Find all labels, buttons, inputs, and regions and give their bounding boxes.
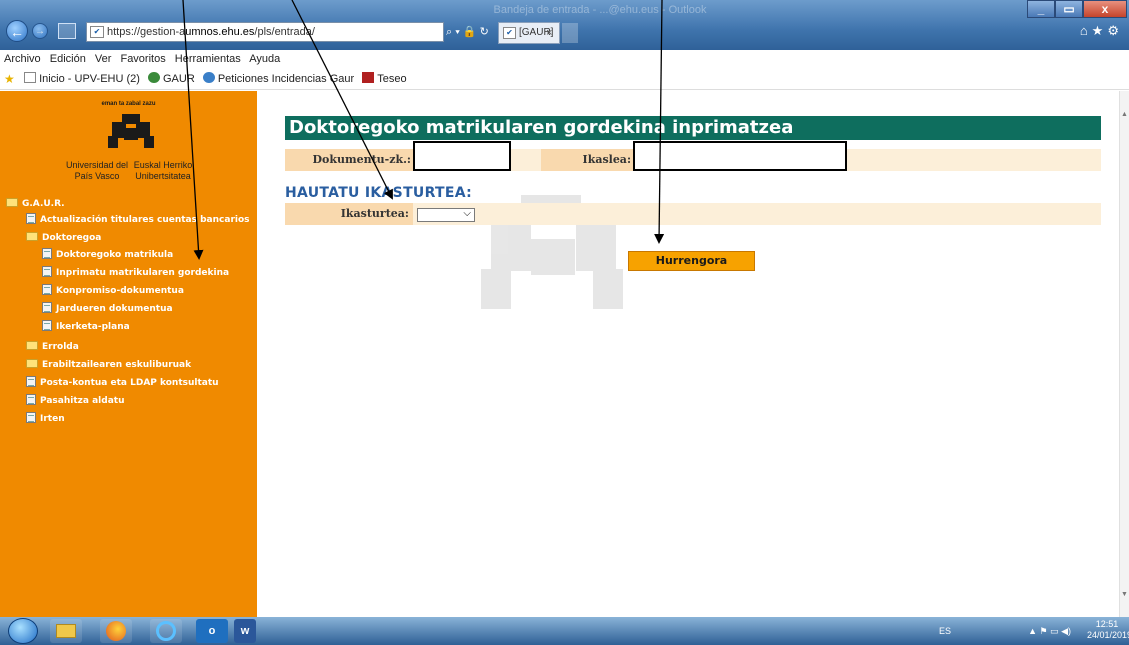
university-logo: eman ta zabal zazu Universidad del País … xyxy=(0,91,257,189)
favorites-bar: ★ Inicio - UPV-EHU (2) GAUR Peticiones I… xyxy=(0,68,1129,90)
ikasturtea-row: Ikasturtea: ⌵ xyxy=(285,203,1101,225)
word-icon[interactable]: w xyxy=(234,619,256,643)
folder-icon xyxy=(26,359,38,368)
university-name-es: Universidad del País Vasco xyxy=(65,160,129,181)
document-icon xyxy=(42,248,52,259)
ikasturtea-select[interactable]: ⌵ xyxy=(417,208,475,222)
star-icon[interactable]: ★ xyxy=(4,68,18,86)
gaur-tab-favicon-icon: ✔ xyxy=(503,27,516,39)
document-icon xyxy=(42,284,52,295)
menu-herramientas[interactable]: Herramientas xyxy=(175,53,241,65)
gaur-favicon-icon xyxy=(147,72,160,83)
close-window-button[interactable]: x xyxy=(1083,0,1127,18)
document-icon xyxy=(26,394,36,405)
menu-bar: Archivo Edición Ver Favoritos Herramient… xyxy=(0,50,1129,68)
menu-archivo[interactable]: Archivo xyxy=(4,53,41,65)
firefox-icon[interactable] xyxy=(100,619,132,643)
windows-taskbar: o w ES ▲ ⚑ ▭ ◀) 12:51 24/01/2019 xyxy=(0,617,1129,645)
sidebar-item-jarduerak[interactable]: Jardueren dokumentua xyxy=(42,302,173,318)
menu-ayuda[interactable]: Ayuda xyxy=(249,53,280,65)
university-name-eu: Euskal Herriko Unibertsitatea xyxy=(133,160,193,181)
screen: Bandeja de entrada - ...@ehu.eus - Outlo… xyxy=(0,0,1129,645)
back-button[interactable]: ← xyxy=(6,20,28,42)
sidebar-item-errolda[interactable]: Errolda xyxy=(26,340,79,356)
language-indicator[interactable]: ES xyxy=(939,617,951,645)
favorite-peticiones[interactable]: Peticiones Incidencias Gaur xyxy=(202,72,354,85)
sidebar-item-doktoregoko-matrikula[interactable]: Doktoregoko matrikula xyxy=(42,248,173,264)
page-scrollbar[interactable]: ▲ ▼ xyxy=(1119,91,1129,617)
address-actions[interactable]: ⌕ ▾ 🔒 ↻ xyxy=(446,22,489,42)
menu-favoritos[interactable]: Favoritos xyxy=(120,53,165,65)
menu-ver[interactable]: Ver xyxy=(95,53,112,65)
sidebar-item-pasahitza[interactable]: Pasahitza aldatu xyxy=(26,394,124,410)
ikasturtea-label: Ikasturtea: xyxy=(285,203,413,225)
explorer-icon[interactable] xyxy=(50,619,82,643)
url-host: umnos.ehu.es xyxy=(185,26,255,38)
sidebar-item-irten[interactable]: Irten xyxy=(26,412,65,428)
maximize-button[interactable]: ▭ xyxy=(1055,0,1083,18)
section-title: HAUTATU IKASTURTEA: xyxy=(285,185,473,201)
sidebar-item-konpromiso[interactable]: Konpromiso-dokumentua xyxy=(42,284,184,300)
sidebar-item-doktoregoa[interactable]: Doktoregoa xyxy=(26,231,101,247)
chevron-down-icon: ⌵ xyxy=(463,208,471,219)
clock-date: 24/01/2019 xyxy=(1087,630,1129,640)
document-icon xyxy=(26,376,36,387)
forward-button[interactable]: → xyxy=(32,23,48,39)
main-content: Doktoregoko matrikularen gordekina inpri… xyxy=(257,91,1119,617)
address-bar[interactable]: ✔ https://gestion-aumnos.ehu.es/pls/entr… xyxy=(86,22,444,42)
document-student-row: Dokumentu-zk.: Ikaslea: xyxy=(285,141,1101,171)
menu-edicion[interactable]: Edición xyxy=(50,53,86,65)
page-title: Doktoregoko matrikularen gordekina inpri… xyxy=(285,116,1101,140)
clock[interactable]: 12:51 24/01/2019 xyxy=(1087,619,1129,641)
toolbar-icons[interactable]: ⌂★⚙ xyxy=(1080,23,1123,39)
minimize-button[interactable]: _ xyxy=(1027,0,1055,18)
sidebar-item-gaur[interactable]: G.A.U.R. xyxy=(6,197,65,213)
window-controls: _ ▭ x xyxy=(1027,0,1127,18)
ie-icon[interactable] xyxy=(150,619,182,643)
logo-motto: eman ta zabal zazu xyxy=(101,101,156,107)
url-prefix: https://gestion-a xyxy=(107,26,186,38)
favorite-inicio[interactable]: Inicio - UPV-EHU (2) xyxy=(24,72,140,85)
document-icon xyxy=(26,412,36,423)
folder-icon xyxy=(26,232,38,241)
sidebar-item-posta-kontua[interactable]: Posta-kontua eta LDAP kontsultatu xyxy=(26,376,219,392)
hurrengora-button[interactable]: Hurrengora xyxy=(628,251,755,271)
sidebar-item-ikerketa-plana[interactable]: Ikerketa-plana xyxy=(42,320,130,336)
document-icon xyxy=(42,320,52,331)
sidebar-item-eskuliburuak[interactable]: Erabiltzailearen eskuliburuak xyxy=(26,358,191,374)
favorite-gaur[interactable]: GAUR xyxy=(147,72,195,85)
scroll-down-icon[interactable]: ▼ xyxy=(1121,591,1128,598)
sidebar-item-actualizacion[interactable]: Actualización titulares cuentas bancario… xyxy=(26,213,250,229)
folder-icon xyxy=(26,341,38,350)
scroll-up-icon[interactable]: ▲ xyxy=(1121,111,1128,118)
document-icon xyxy=(42,266,52,277)
outlook-icon[interactable]: o xyxy=(196,619,228,643)
new-tab-button[interactable] xyxy=(562,23,578,43)
document-icon xyxy=(42,302,52,313)
dokumentu-input[interactable] xyxy=(413,141,511,171)
gaur-favicon-icon: ✔ xyxy=(90,26,104,38)
dokumentu-label: Dokumentu-zk.: xyxy=(285,149,415,171)
ikaslea-label: Ikaslea: xyxy=(541,149,635,171)
upv-favicon-icon xyxy=(24,72,37,83)
ehu-logo-mark-icon xyxy=(108,114,154,150)
compat-view-icon[interactable] xyxy=(58,23,76,39)
ikaslea-input[interactable] xyxy=(633,141,847,171)
tray-icons[interactable]: ▲ ⚑ ▭ ◀) xyxy=(1028,617,1071,645)
navigation-row: ← → ✔ https://gestion-aumnos.ehu.es/pls/… xyxy=(0,17,1129,47)
start-button[interactable] xyxy=(8,618,38,644)
document-icon xyxy=(26,213,36,224)
sidebar: eman ta zabal zazu Universidad del País … xyxy=(0,91,257,617)
favorite-teseo[interactable]: Teseo xyxy=(362,72,407,85)
browser-titlebar: Bandeja de entrada - ...@ehu.eus - Outlo… xyxy=(0,0,1129,50)
clock-time: 12:51 xyxy=(1095,619,1119,629)
sidebar-item-inprimatu[interactable]: Inprimatu matrikularen gordekina xyxy=(42,266,229,282)
tab-close-icon[interactable]: × xyxy=(546,22,560,44)
folder-icon xyxy=(6,198,18,207)
url-path: /pls/entrada/ xyxy=(254,26,315,38)
globe-icon xyxy=(202,72,215,83)
teseo-favicon-icon xyxy=(362,72,375,83)
